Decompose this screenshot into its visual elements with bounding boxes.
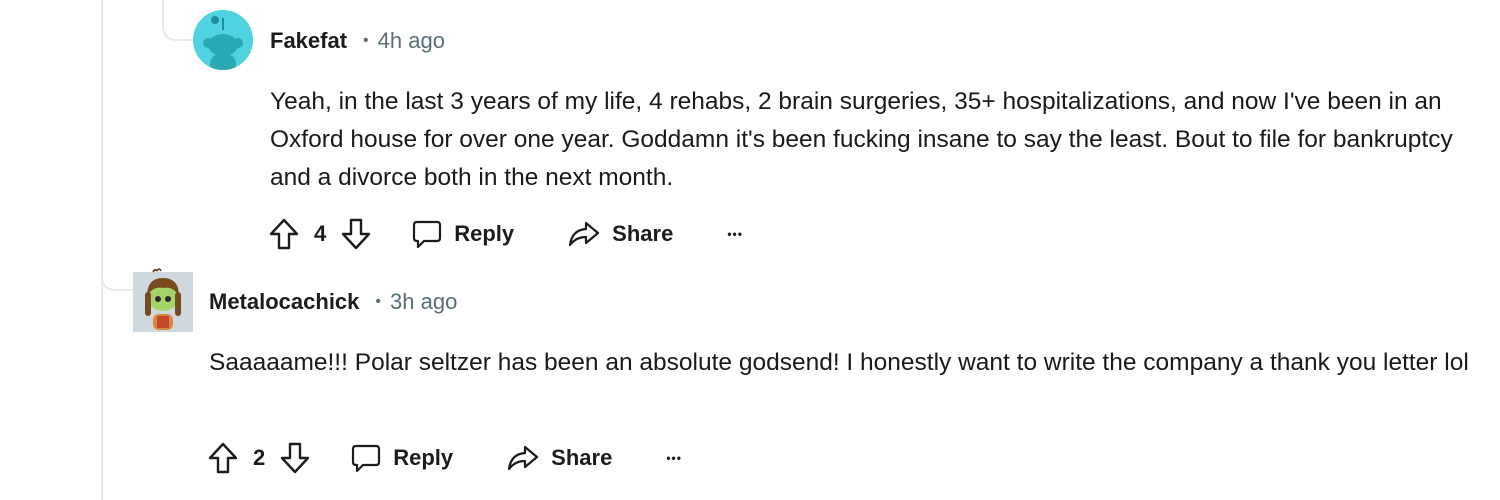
thread-connector-1: [162, 0, 194, 41]
timestamp[interactable]: 4h ago: [378, 28, 445, 54]
avatar[interactable]: [193, 10, 253, 70]
more-options-button[interactable]: •••: [727, 227, 743, 241]
snoo-icon: [203, 16, 243, 70]
share-button[interactable]: Share: [568, 220, 673, 248]
arrow-up-icon[interactable]: [268, 217, 300, 251]
username[interactable]: Fakefat: [270, 28, 347, 54]
share-arrow-icon: [507, 444, 539, 472]
timestamp[interactable]: 3h ago: [390, 289, 457, 315]
share-button[interactable]: Share: [507, 444, 612, 472]
vote-count: 4: [314, 221, 327, 246]
thread-line-outer: [101, 0, 103, 500]
comment-meta: Metalocachick • 3h ago: [209, 285, 457, 319]
reply-label: Reply: [454, 221, 515, 246]
avatar[interactable]: [133, 268, 193, 332]
speech-bubble-icon: [412, 219, 442, 249]
share-label: Share: [612, 221, 674, 246]
username[interactable]: Metalocachick: [209, 289, 359, 315]
comment-body: Saaaaame!!! Polar seltzer has been an ab…: [209, 349, 1469, 376]
arrow-down-icon[interactable]: [340, 217, 372, 251]
reply-button[interactable]: Reply: [412, 219, 514, 249]
thread-connector-2: [101, 262, 133, 291]
comment-meta: Fakefat • 4h ago: [270, 24, 445, 58]
comment-actions: 4 Reply Share •••: [268, 214, 743, 254]
share-label: Share: [551, 445, 613, 470]
comment-actions: 2 Reply Share •••: [207, 438, 682, 478]
share-arrow-icon: [568, 220, 600, 248]
vote-count: 2: [253, 445, 266, 470]
arrow-up-icon[interactable]: [207, 441, 239, 475]
reply-label: Reply: [393, 445, 454, 470]
custom-snoo-icon: [134, 268, 192, 330]
comment-body: Yeah, in the last 3 years of my life, 4 …: [270, 88, 1453, 191]
reply-button[interactable]: Reply: [351, 443, 453, 473]
more-options-button[interactable]: •••: [666, 451, 682, 465]
meta-separator: •: [375, 293, 382, 310]
meta-separator: •: [363, 32, 369, 49]
arrow-down-icon[interactable]: [279, 441, 311, 475]
speech-bubble-icon: [351, 443, 381, 473]
